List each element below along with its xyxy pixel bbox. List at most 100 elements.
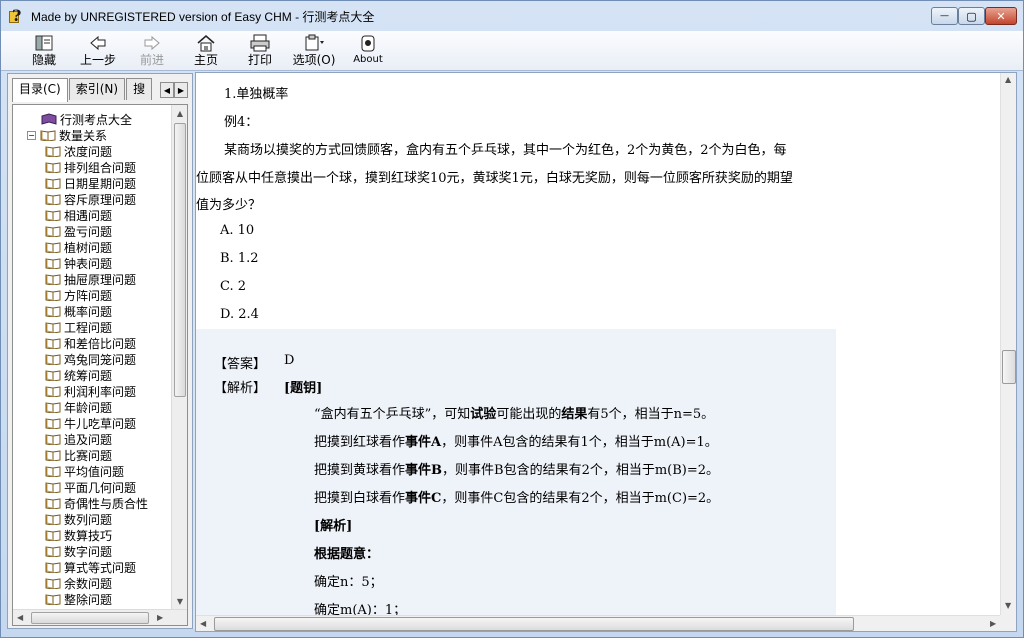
tree-horizontal-scrollbar[interactable]: ◀ ▶ bbox=[13, 609, 187, 625]
tree-item[interactable]: 浓度问题 bbox=[13, 143, 171, 159]
scroll-left-arrow-icon[interactable]: ◀ bbox=[200, 619, 206, 628]
content-horizontal-scrollbar[interactable]: ◀ ▶ bbox=[196, 615, 1002, 631]
scroll-right-arrow-icon[interactable]: ▶ bbox=[157, 613, 163, 622]
home-button[interactable]: 主页 bbox=[179, 31, 233, 71]
open-book-icon bbox=[45, 562, 61, 573]
hide-button[interactable]: 隐藏 bbox=[17, 31, 71, 71]
question-line-1: 某商场以摸奖的方式回馈顾客，盒内有五个乒乓球，其中一个为红色，2个为黄色，2个为… bbox=[224, 143, 787, 158]
tree-item[interactable]: 相遇问题 bbox=[13, 207, 171, 223]
scroll-right-arrow-icon[interactable]: ▶ bbox=[990, 619, 996, 628]
tree-item[interactable]: 盈亏问题 bbox=[13, 223, 171, 239]
open-book-icon bbox=[45, 530, 61, 541]
tree-item[interactable]: 牛儿吃草问题 bbox=[13, 415, 171, 431]
tree-item[interactable]: 比赛问题 bbox=[13, 447, 171, 463]
forward-button[interactable]: 前进 bbox=[125, 31, 179, 71]
tab-index[interactable]: 索引(N) bbox=[68, 78, 126, 100]
scroll-up-arrow-icon[interactable]: ▲ bbox=[1005, 75, 1011, 84]
tree-item[interactable]: 数字问题 bbox=[13, 543, 171, 559]
tree-item-label: 比赛问题 bbox=[64, 448, 113, 463]
tree-vertical-scrollbar[interactable]: ▲ ▼ bbox=[171, 105, 187, 609]
tree-item[interactable]: 概率问题 bbox=[13, 303, 171, 319]
tree-item[interactable]: 数算技巧 bbox=[13, 527, 171, 543]
open-book-icon bbox=[45, 418, 61, 429]
about-label: About bbox=[353, 54, 383, 65]
open-book-icon bbox=[45, 338, 61, 349]
option-a: A. 10 bbox=[220, 223, 255, 238]
collapse-icon[interactable]: − bbox=[27, 130, 36, 140]
tree-item[interactable]: 和差倍比问题 bbox=[13, 335, 171, 351]
print-button[interactable]: 打印 bbox=[233, 31, 287, 71]
maximize-button[interactable]: ▢ bbox=[958, 7, 985, 25]
step-2: 把摸到红球看作事件A，则事件A包含的结果有1个，相当于m(A)=1。 bbox=[314, 435, 718, 450]
tab-search[interactable]: 搜 bbox=[126, 78, 153, 100]
tree-scroll-thumb[interactable] bbox=[174, 123, 186, 397]
scroll-left-arrow-icon[interactable]: ◀ bbox=[17, 613, 23, 622]
tree-item[interactable]: 方阵问题 bbox=[13, 287, 171, 303]
tree-item[interactable]: 钟表问题 bbox=[13, 255, 171, 271]
tree-item[interactable]: 工程问题 bbox=[13, 319, 171, 335]
tree-item[interactable]: 奇偶性与质合性 bbox=[13, 495, 171, 511]
options-icon bbox=[303, 33, 325, 53]
open-book-icon bbox=[45, 306, 61, 317]
tab-scroll-left-button[interactable]: ◀ bbox=[160, 82, 174, 98]
tree-item-label: 植树问题 bbox=[64, 240, 113, 255]
navigation-pane: 目录(C) 索引(N) 搜 ◀ ▶ 行测考点大全 − 数量关系 浓度问题 排列组合… bbox=[7, 73, 193, 629]
tree-item[interactable]: 容斥原理问题 bbox=[13, 191, 171, 207]
tree-item[interactable]: 抽屉原理问题 bbox=[13, 271, 171, 287]
tree-item[interactable]: 平面几何问题 bbox=[13, 479, 171, 495]
content-vertical-scrollbar[interactable]: ▲ ▼ bbox=[1000, 73, 1016, 615]
close-button[interactable]: ✕ bbox=[985, 7, 1017, 25]
toolbar: 隐藏 上一步 前进 主页 打印 选项(O) About bbox=[1, 31, 1023, 71]
content-scroll-thumb[interactable] bbox=[1002, 350, 1016, 384]
scroll-up-arrow-icon[interactable]: ▲ bbox=[172, 105, 187, 121]
tree-node-root[interactable]: 行测考点大全 bbox=[13, 111, 171, 127]
tree-item-label: 奇偶性与质合性 bbox=[64, 496, 149, 511]
about-button[interactable]: About bbox=[341, 31, 395, 71]
open-book-icon bbox=[45, 146, 61, 157]
tree-item-label: 算式等式问题 bbox=[64, 560, 137, 575]
tab-contents[interactable]: 目录(C) bbox=[12, 78, 68, 102]
tree-item[interactable]: 鸡兔同笼问题 bbox=[13, 351, 171, 367]
tree-node-folder[interactable]: − 数量关系 bbox=[13, 127, 171, 143]
tree-item-label: 盈亏问题 bbox=[64, 224, 113, 239]
options-button[interactable]: 选项(O) bbox=[287, 31, 341, 71]
title-bar: ? Made by UNREGISTERED version of Easy C… bbox=[1, 1, 1023, 31]
tree-item[interactable]: 追及问题 bbox=[13, 431, 171, 447]
back-button[interactable]: 上一步 bbox=[71, 31, 125, 71]
basis-heading: 根据题意： bbox=[314, 547, 380, 562]
content-hscroll-thumb[interactable] bbox=[214, 617, 854, 631]
open-book-icon bbox=[45, 498, 61, 509]
topic-content: 1.单独概率 例4： 某商场以摸奖的方式回馈顾客，盒内有五个乒乓球，其中一个为红… bbox=[195, 72, 1017, 632]
open-book-icon bbox=[45, 450, 61, 461]
open-book-icon bbox=[45, 242, 61, 253]
tree-item[interactable]: 统筹问题 bbox=[13, 367, 171, 383]
tree-item[interactable]: 算式等式问题 bbox=[13, 559, 171, 575]
scroll-down-arrow-icon[interactable]: ▼ bbox=[1005, 601, 1011, 610]
tree-item[interactable]: 数列问题 bbox=[13, 511, 171, 527]
open-book-icon bbox=[45, 370, 61, 381]
minimize-button[interactable]: — bbox=[931, 7, 958, 25]
close-icon: ✕ bbox=[996, 9, 1006, 23]
tree-item[interactable]: 整除问题 bbox=[13, 591, 171, 607]
open-book-icon bbox=[45, 402, 61, 413]
printer-icon bbox=[249, 33, 271, 53]
step-3: 把摸到黄球看作事件B，则事件B包含的结果有2个，相当于m(B)=2。 bbox=[314, 463, 720, 478]
analysis-title: [题钥] bbox=[284, 381, 323, 396]
minimize-icon: — bbox=[940, 11, 949, 21]
tree-item[interactable]: 利润利率问题 bbox=[13, 383, 171, 399]
tree-item[interactable]: 排列组合问题 bbox=[13, 159, 171, 175]
tree-item-label: 方阵问题 bbox=[64, 288, 113, 303]
forward-label: 前进 bbox=[139, 53, 164, 67]
tab-scroll-right-button[interactable]: ▶ bbox=[174, 82, 188, 98]
tree-item[interactable]: 植树问题 bbox=[13, 239, 171, 255]
tree-item-label: 数算技巧 bbox=[64, 528, 113, 543]
scroll-down-arrow-icon[interactable]: ▼ bbox=[172, 593, 187, 609]
tree-item[interactable]: 余数问题 bbox=[13, 575, 171, 591]
open-book-icon bbox=[40, 130, 56, 141]
tree-item[interactable]: 平均值问题 bbox=[13, 463, 171, 479]
tree-item-label: 工程问题 bbox=[64, 320, 113, 335]
tree-item[interactable]: 日期星期问题 bbox=[13, 175, 171, 191]
tree-hscroll-thumb[interactable] bbox=[31, 612, 149, 624]
determine-n: 确定n：5； bbox=[314, 575, 383, 590]
tree-item[interactable]: 年龄问题 bbox=[13, 399, 171, 415]
